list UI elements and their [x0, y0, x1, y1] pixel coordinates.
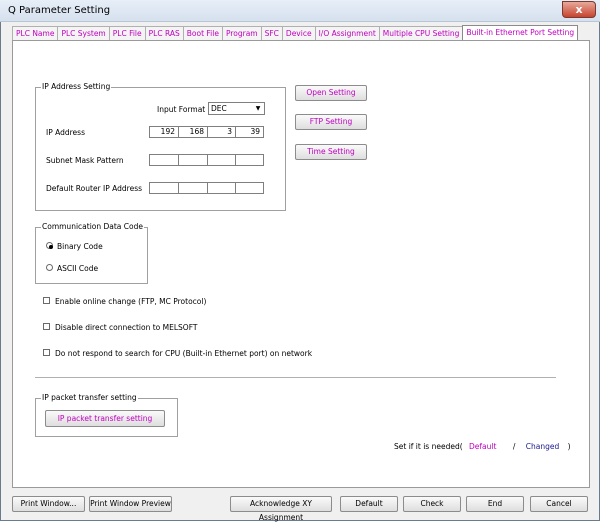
do-not-respond-search-label: Do not respond to search for CPU (Built-…: [55, 349, 313, 358]
router-octet-1[interactable]: [149, 182, 179, 194]
communication-data-code-group-label: Communication Data Code: [41, 222, 144, 231]
legend-default: Default: [469, 442, 497, 451]
legend-text: Set if it is needed( Default / Changed ): [394, 442, 571, 451]
time-setting-button[interactable]: Time Setting: [295, 144, 367, 160]
binary-code-radio[interactable]: [46, 242, 53, 249]
tab-device[interactable]: Device: [281, 26, 316, 41]
tab-plc-name[interactable]: PLC Name: [12, 26, 59, 41]
communication-data-code-group: Communication Data Code: [35, 222, 148, 284]
legend-suffix: ): [567, 442, 571, 451]
subnet-octet-2[interactable]: [178, 154, 208, 166]
enable-online-change-label: Enable online change (FTP, MC Protocol): [55, 297, 207, 306]
ip-address-setting-group-label: IP Address Setting: [41, 82, 112, 91]
ip-address-label: IP Address: [46, 128, 85, 137]
tab-multiple-cpu-setting[interactable]: Multiple CPU Setting: [378, 26, 464, 41]
open-setting-button[interactable]: Open Setting: [295, 85, 367, 101]
print-window-preview-button[interactable]: Print Window Preview: [89, 496, 172, 512]
chevron-down-icon: ▼: [255, 105, 261, 112]
do-not-respond-search-checkbox[interactable]: [43, 349, 50, 356]
ip-packet-transfer-setting-button[interactable]: IP packet transfer setting: [45, 410, 165, 427]
legend-prefix: Set if it is needed(: [394, 442, 463, 451]
ascii-code-label: ASCII Code: [57, 264, 99, 273]
ip-address-octet-2[interactable]: 168: [178, 126, 208, 138]
section-divider: [35, 377, 556, 378]
tab-io-assignment[interactable]: I/O Assignment: [314, 26, 380, 41]
tab-bar: PLC Name PLC System PLC File PLC RAS Boo…: [12, 25, 579, 41]
ip-packet-transfer-group-label: IP packet transfer setting: [41, 393, 138, 402]
input-format-value: DEC: [211, 104, 227, 113]
cancel-button[interactable]: Cancel: [530, 496, 588, 512]
router-octet-4[interactable]: [235, 182, 264, 194]
acknowledge-xy-assignment-button[interactable]: Acknowledge XY Assignment: [230, 496, 332, 522]
input-format-label: Input Format: [157, 105, 206, 114]
ip-address-octet-4[interactable]: 39: [235, 126, 264, 138]
router-octet-3[interactable]: [207, 182, 236, 194]
close-button[interactable]: x: [562, 1, 596, 18]
ip-address-octet-3[interactable]: 3: [207, 126, 236, 138]
tab-boot-file[interactable]: Boot File: [182, 26, 223, 41]
tab-plc-system[interactable]: PLC System: [57, 26, 110, 41]
check-button[interactable]: Check: [403, 496, 461, 512]
enable-online-change-checkbox[interactable]: [43, 297, 50, 304]
tab-builtin-ethernet-port-setting[interactable]: Built-in Ethernet Port Setting: [462, 25, 579, 41]
router-octet-2[interactable]: [178, 182, 208, 194]
subnet-octet-3[interactable]: [207, 154, 236, 166]
tab-plc-ras[interactable]: PLC RAS: [144, 26, 184, 41]
disable-direct-connection-label: Disable direct connection to MELSOFT: [55, 323, 198, 332]
default-router-label: Default Router IP Address: [46, 184, 143, 193]
subnet-octet-1[interactable]: [149, 154, 179, 166]
ftp-setting-button[interactable]: FTP Setting: [295, 114, 367, 130]
print-window-button[interactable]: Print Window...: [12, 496, 85, 512]
subnet-octet-4[interactable]: [235, 154, 264, 166]
subnet-mask-label: Subnet Mask Pattern: [46, 156, 124, 165]
end-button[interactable]: End: [466, 496, 524, 512]
ip-address-octet-1[interactable]: 192: [149, 126, 179, 138]
binary-code-label: Binary Code: [57, 242, 103, 251]
disable-direct-connection-checkbox[interactable]: [43, 323, 50, 330]
default-button[interactable]: Default: [340, 496, 398, 512]
legend-slash: /: [512, 442, 516, 451]
ascii-code-radio[interactable]: [46, 264, 53, 271]
window-title: Q Parameter Setting: [8, 5, 111, 16]
tab-program[interactable]: Program: [221, 26, 262, 41]
tab-sfc[interactable]: SFC: [260, 26, 283, 41]
legend-changed: Changed: [525, 442, 560, 451]
input-format-select[interactable]: DEC ▼: [208, 102, 265, 115]
radio-selected-dot: [48, 244, 53, 249]
tab-plc-file[interactable]: PLC File: [108, 26, 146, 41]
